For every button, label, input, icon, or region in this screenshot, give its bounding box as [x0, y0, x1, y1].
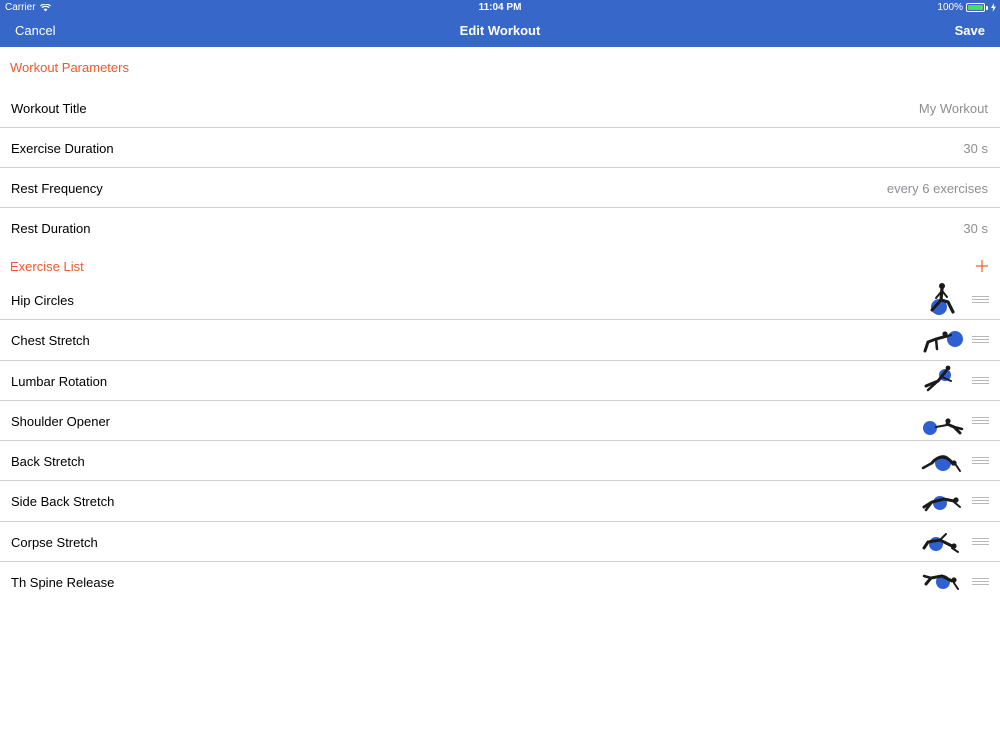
- reorder-handle-icon[interactable]: [972, 376, 989, 384]
- plus-icon[interactable]: [974, 258, 990, 274]
- list-item-exercise[interactable]: Corpse Stretch: [0, 522, 1000, 563]
- parameter-row-exercise-duration[interactable]: Exercise Duration 30 s: [0, 128, 1000, 168]
- exercise-thumbnail: [922, 496, 961, 512]
- reorder-handle-icon[interactable]: [972, 578, 989, 586]
- exercise-list: Hip Circles Chest Stretch Lumbar Rotatio…: [0, 280, 1000, 602]
- carrier-indicator: Carrier: [5, 2, 51, 13]
- parameter-label: Rest Frequency: [11, 181, 103, 196]
- list-item-exercise[interactable]: Lumbar Rotation: [0, 361, 1000, 401]
- exercise-thumbnail: [923, 331, 963, 353]
- carrier-label: Carrier: [5, 2, 36, 13]
- reorder-handle-icon[interactable]: [972, 457, 989, 465]
- battery-percent: 100%: [937, 2, 963, 13]
- cancel-button[interactable]: Cancel: [15, 23, 55, 38]
- exercise-name: Th Spine Release: [11, 575, 115, 591]
- exercise-name: Back Stretch: [11, 454, 85, 470]
- list-item-exercise[interactable]: Hip Circles: [0, 280, 1000, 321]
- parameter-list: Workout Title My Workout Exercise Durati…: [0, 88, 1000, 248]
- parameter-row-rest-frequency[interactable]: Rest Frequency every 6 exercises: [0, 168, 1000, 208]
- battery-icon: [966, 3, 985, 12]
- reorder-handle-icon[interactable]: [972, 336, 989, 344]
- exercise-name: Lumbar Rotation: [11, 373, 108, 389]
- parameter-label: Rest Duration: [11, 221, 91, 236]
- navigation-bar: Cancel Edit Workout Save: [0, 16, 1000, 47]
- exercise-name: Chest Stretch: [11, 333, 90, 349]
- wifi-icon: [39, 3, 51, 11]
- page-title: Edit Workout: [459, 23, 541, 38]
- save-button[interactable]: Save: [955, 23, 985, 38]
- parameter-value[interactable]: every 6 exercises: [887, 181, 988, 196]
- parameter-row-workout-title[interactable]: Workout Title My Workout: [0, 88, 1000, 128]
- section-header-workout-parameters: Workout Parameters: [10, 60, 129, 75]
- status-bar: Carrier 11:04 PM 100%: [0, 0, 1000, 16]
- exercise-name: Corpse Stretch: [11, 534, 98, 550]
- list-item-exercise[interactable]: Shoulder Opener: [0, 401, 1000, 442]
- parameter-label: Exercise Duration: [11, 141, 114, 156]
- exercise-thumbnail: [922, 532, 959, 553]
- battery-indicator: 100%: [937, 2, 996, 13]
- list-item-exercise[interactable]: Back Stretch: [0, 441, 1000, 482]
- status-time: 11:04 PM: [478, 2, 522, 13]
- exercise-thumbnail: [930, 283, 955, 315]
- exercise-thumbnail: [921, 455, 961, 473]
- parameter-row-rest-duration[interactable]: Rest Duration 30 s: [0, 208, 1000, 248]
- parameter-value[interactable]: My Workout: [919, 101, 988, 116]
- reorder-handle-icon[interactable]: [972, 537, 989, 545]
- exercise-thumbnail: [923, 418, 964, 435]
- parameter-value[interactable]: 30 s: [963, 141, 988, 156]
- list-item-exercise[interactable]: Side Back Stretch: [0, 481, 1000, 522]
- reorder-handle-icon[interactable]: [972, 296, 989, 303]
- parameter-value[interactable]: 30 s: [963, 221, 988, 236]
- exercise-thumbnail: [924, 365, 952, 391]
- reorder-handle-icon[interactable]: [972, 497, 989, 505]
- exercise-name: Shoulder Opener: [11, 413, 111, 429]
- parameter-label: Workout Title: [11, 101, 87, 116]
- exercise-thumbnail: [922, 574, 959, 591]
- battery-fill: [968, 5, 983, 10]
- section-header-exercise-list: Exercise List: [10, 259, 84, 274]
- list-item-exercise[interactable]: Chest Stretch: [0, 320, 1000, 361]
- battery-tip: [986, 5, 988, 10]
- list-item-exercise[interactable]: Th Spine Release: [0, 562, 1000, 602]
- exercise-name: Hip Circles: [11, 293, 74, 308]
- charging-icon: [991, 3, 996, 12]
- exercise-name: Side Back Stretch: [11, 494, 115, 510]
- reorder-handle-icon[interactable]: [972, 416, 989, 424]
